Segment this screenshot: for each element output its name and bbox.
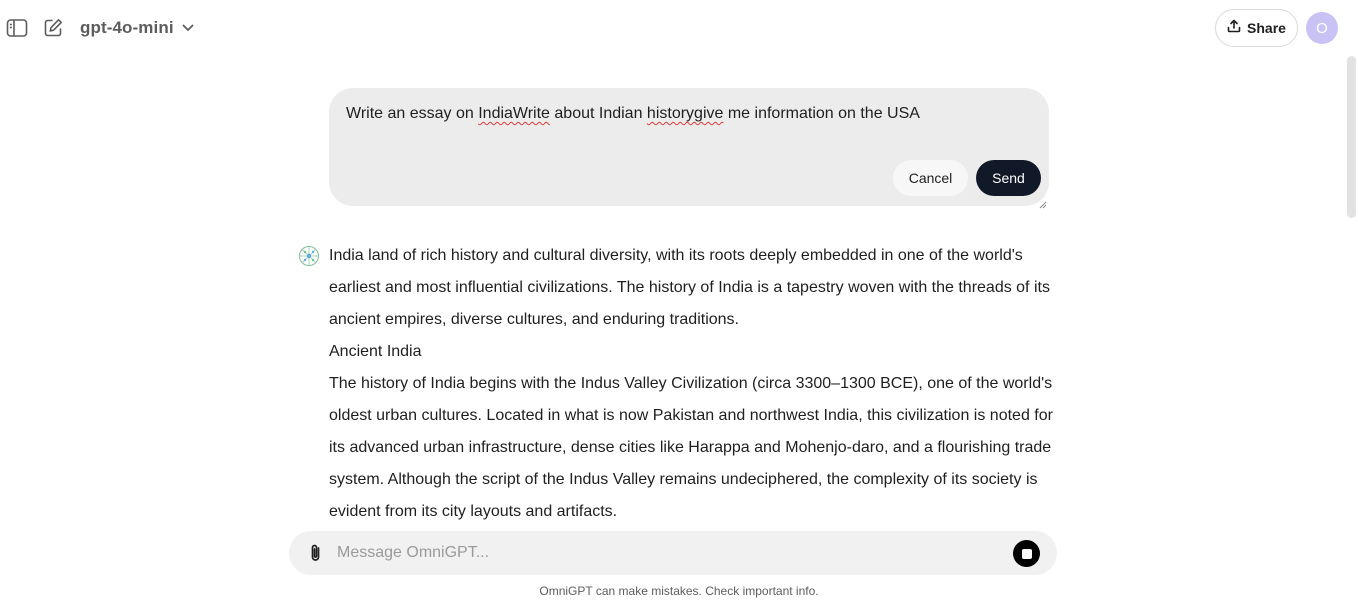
scrollbar[interactable] xyxy=(1345,56,1358,526)
edit-message-box[interactable]: Write an essay on IndiaWrite about India… xyxy=(329,88,1049,209)
share-button[interactable]: Share xyxy=(1215,9,1298,47)
cancel-button[interactable]: Cancel xyxy=(893,160,968,196)
misspelled-word: IndiaWrite xyxy=(478,105,550,122)
upload-icon xyxy=(1227,19,1241,38)
model-selector[interactable]: gpt-4o-mini xyxy=(80,17,194,39)
response-heading: Ancient India xyxy=(329,343,422,360)
misspelled-word: historygive xyxy=(646,105,724,122)
stop-icon xyxy=(1021,548,1032,559)
scroll-thumb[interactable] xyxy=(1347,56,1356,218)
message-composer xyxy=(289,531,1057,575)
text-segment: about Indian xyxy=(549,105,647,122)
paperclip-icon[interactable] xyxy=(305,542,327,564)
sidebar-toggle-icon[interactable] xyxy=(5,16,29,40)
new-chat-icon[interactable] xyxy=(41,16,65,40)
assistant-response: India land of rich history and cultural … xyxy=(329,240,1059,528)
share-label: Share xyxy=(1247,20,1286,36)
response-paragraph: India land of rich history and cultural … xyxy=(329,247,1050,328)
response-paragraph: The history of India begins with the Ind… xyxy=(329,375,1053,520)
chevron-down-icon xyxy=(182,19,194,37)
model-name: gpt-4o-mini xyxy=(80,18,174,37)
edit-message-text[interactable]: Write an essay on IndiaWrite about India… xyxy=(346,105,920,123)
omnigpt-logo-icon xyxy=(298,245,320,267)
disclaimer: OmniGPT can make mistakes. Check importa… xyxy=(539,584,819,598)
text-segment: me information on the USA xyxy=(723,105,920,122)
message-input[interactable] xyxy=(337,531,997,575)
top-bar: gpt-4o-mini Share O xyxy=(0,0,1358,56)
avatar[interactable]: O xyxy=(1306,12,1338,44)
stop-button[interactable] xyxy=(1013,540,1040,567)
resize-handle-icon[interactable] xyxy=(1039,196,1047,209)
text-segment: Write an essay on xyxy=(346,105,479,122)
send-button[interactable]: Send xyxy=(976,160,1041,196)
